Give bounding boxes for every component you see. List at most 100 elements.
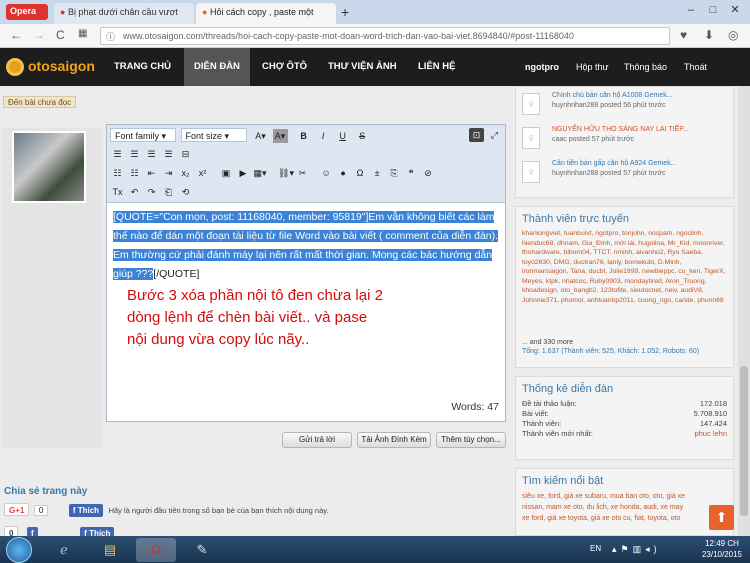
- tab-1[interactable]: ● Bị phạt dưới chân cầu vượt: [54, 3, 194, 24]
- opera-label: Opera: [10, 6, 37, 16]
- reload-icon[interactable]: C: [56, 28, 65, 42]
- minimize-icon[interactable]: –: [680, 4, 702, 16]
- bullet-list-icon[interactable]: ☷: [110, 166, 125, 180]
- nav-contact[interactable]: LIÊN HỆ: [408, 48, 465, 86]
- italic-icon[interactable]: I: [316, 129, 331, 143]
- close-icon[interactable]: ✕: [724, 3, 746, 16]
- logout-link[interactable]: Thoát: [684, 48, 707, 86]
- new-tab-button[interactable]: +: [341, 4, 349, 20]
- align-left-icon[interactable]: ☰: [110, 147, 125, 161]
- code-icon[interactable]: ⎘: [387, 166, 402, 180]
- link-icon[interactable]: ⛓▾: [278, 166, 294, 180]
- inbox-link[interactable]: Hộp thư: [576, 48, 609, 86]
- outdent-icon[interactable]: ⇤: [144, 166, 159, 180]
- nav-car-market[interactable]: CHỢ ÔTÔ: [252, 48, 317, 86]
- indent-icon[interactable]: ⇥: [161, 166, 176, 180]
- unlink-icon[interactable]: ✂: [295, 166, 310, 180]
- restore-draft-icon[interactable]: ⟲: [178, 185, 193, 199]
- nav-forum[interactable]: DIỄN ĐÀN: [184, 48, 250, 86]
- tray-icons[interactable]: ▴⚑▥◂): [612, 544, 661, 555]
- strikethrough-icon[interactable]: S: [355, 129, 370, 143]
- notifications-link[interactable]: Thông báo: [624, 48, 667, 86]
- maximize-icon[interactable]: □: [702, 4, 724, 16]
- avatar[interactable]: [12, 131, 86, 203]
- site-info-icon[interactable]: ⓘ: [106, 30, 115, 43]
- language-indicator[interactable]: EN: [590, 544, 601, 553]
- align-right-icon[interactable]: ☰: [144, 147, 159, 161]
- remove-format-icon[interactable]: Tx: [110, 185, 125, 199]
- table-icon[interactable]: ▦▾: [253, 166, 268, 180]
- redo-icon[interactable]: ↷: [144, 185, 159, 199]
- align-center-icon[interactable]: ☰: [127, 147, 142, 161]
- recent-post-title[interactable]: Chính chủ bán căn hộ A1008 Gemek...: [552, 91, 732, 101]
- undo-icon[interactable]: ↶: [127, 185, 142, 199]
- opera-menu-button[interactable]: Opera: [6, 4, 48, 20]
- align-justify-icon[interactable]: ☰: [161, 147, 176, 161]
- url-input[interactable]: ⓘ www.otosaigon.com/threads/hoi-cach-cop…: [100, 27, 670, 45]
- quote-icon[interactable]: ❝: [404, 166, 419, 180]
- special-char-icon[interactable]: Ω: [353, 166, 368, 180]
- address-bar-row: ← → C ▦ ⓘ www.otosaigon.com/threads/hoi-…: [0, 24, 750, 48]
- hot-search-line[interactable]: nissan, mam xe oto, du lich, xe honda, a…: [522, 502, 727, 513]
- online-members-list[interactable]: khanlongviet, tuanbuivt, ngotpro, tonjoh…: [516, 229, 733, 339]
- fullscreen-icon[interactable]: ⤢: [487, 128, 502, 142]
- recent-post-title[interactable]: Cần tiền bán gấp căn hộ A924 Gemek...: [552, 159, 732, 169]
- bookmark-heart-icon[interactable]: ♥: [680, 28, 687, 42]
- reply-editor: Font family ▾ Font size ▾ A▾ A▾ B I U S …: [106, 124, 506, 422]
- opera-icon[interactable]: O: [136, 538, 176, 562]
- horizontal-rule-icon[interactable]: ⊟: [178, 147, 193, 161]
- media-icon[interactable]: ▶: [236, 166, 251, 180]
- online-members-card: Thành viên trực tuyến khanlongviet, tuan…: [515, 206, 734, 368]
- forward-icon[interactable]: →: [33, 28, 45, 42]
- text-color-icon[interactable]: A▾: [253, 129, 268, 143]
- nav-gallery[interactable]: THƯ VIỆN ẢNH: [318, 48, 407, 86]
- underline-icon[interactable]: U: [335, 129, 350, 143]
- user-menu[interactable]: ngotpro: [525, 48, 559, 86]
- smiley-icon[interactable]: ☺: [319, 166, 334, 180]
- newest-member-link[interactable]: phuc lehn: [694, 429, 727, 439]
- source-mode-icon[interactable]: ⊡: [469, 128, 484, 142]
- scroll-to-top-icon[interactable]: ⬆: [709, 505, 734, 530]
- stat-value: 147.424: [699, 419, 727, 428]
- explorer-icon[interactable]: ▤: [90, 538, 130, 562]
- subscript-icon[interactable]: x₂: [178, 166, 193, 180]
- scrollbar-thumb[interactable]: [740, 366, 748, 516]
- nav-home[interactable]: TRANG CHỦ: [104, 48, 181, 86]
- gplus-button[interactable]: G+1: [4, 503, 30, 516]
- download-icon[interactable]: ⬇: [704, 28, 714, 42]
- image-icon[interactable]: ▣: [219, 166, 234, 180]
- insert-icon[interactable]: ±: [370, 166, 385, 180]
- back-icon[interactable]: ←: [10, 28, 22, 42]
- spoiler-icon[interactable]: ⊘: [421, 166, 436, 180]
- bold-icon[interactable]: B: [296, 129, 311, 143]
- superscript-icon[interactable]: x²: [195, 166, 210, 180]
- paste-icon[interactable]: ⎗: [161, 185, 176, 199]
- start-button[interactable]: [6, 537, 32, 563]
- bg-color-icon[interactable]: A▾: [272, 129, 288, 143]
- clock[interactable]: 12:49 CH 23/10/2015: [702, 538, 742, 560]
- site-logo[interactable]: otosaigon: [28, 58, 95, 74]
- numbered-list-icon[interactable]: ☷: [127, 166, 142, 180]
- word-count: Words: 47: [451, 401, 499, 413]
- page-scrollbar[interactable]: [738, 86, 750, 536]
- paint-icon[interactable]: ✎: [182, 538, 222, 562]
- font-family-select[interactable]: Font family ▾: [110, 128, 176, 142]
- tab-2[interactable]: ● Hỏi cách copy , paste một: [196, 3, 336, 24]
- apps-grid-icon[interactable]: ▦: [78, 28, 87, 39]
- emoji-icon[interactable]: ●: [336, 166, 351, 180]
- recent-post-title[interactable]: NGUYỄN HỮU THO SÁNG NAY LẠI TIẾP...: [552, 125, 732, 135]
- font-size-select[interactable]: Font size ▾: [180, 128, 247, 142]
- hot-search-card: Tìm kiếm nổi bật siêu xe, ford, giá xe s…: [515, 468, 734, 536]
- editor-text-area[interactable]: [QUOTE="Con mọn, post: 11168040, member:…: [113, 208, 501, 284]
- favicon-icon: ●: [60, 7, 66, 17]
- ie-icon[interactable]: ℯ: [44, 538, 84, 562]
- unread-link[interactable]: Đến bài chưa đọc: [3, 96, 77, 108]
- facebook-like-button[interactable]: f Thích: [68, 504, 104, 517]
- hot-search-line[interactable]: xe ford, giá xe toyota, giá xe oto cu, f…: [522, 513, 727, 524]
- speed-dial-icon[interactable]: ◎: [728, 28, 738, 42]
- submit-reply-button[interactable]: Gửi trả lời: [282, 432, 352, 448]
- upload-attachment-button[interactable]: Tải Ảnh Đính Kèm: [357, 432, 431, 448]
- online-more[interactable]: ... and 330 more: [516, 339, 733, 346]
- more-options-button[interactable]: Thêm tùy chọn...: [436, 432, 506, 448]
- hot-search-line[interactable]: siêu xe, ford, giá xe subaru, mua ban ot…: [522, 491, 727, 502]
